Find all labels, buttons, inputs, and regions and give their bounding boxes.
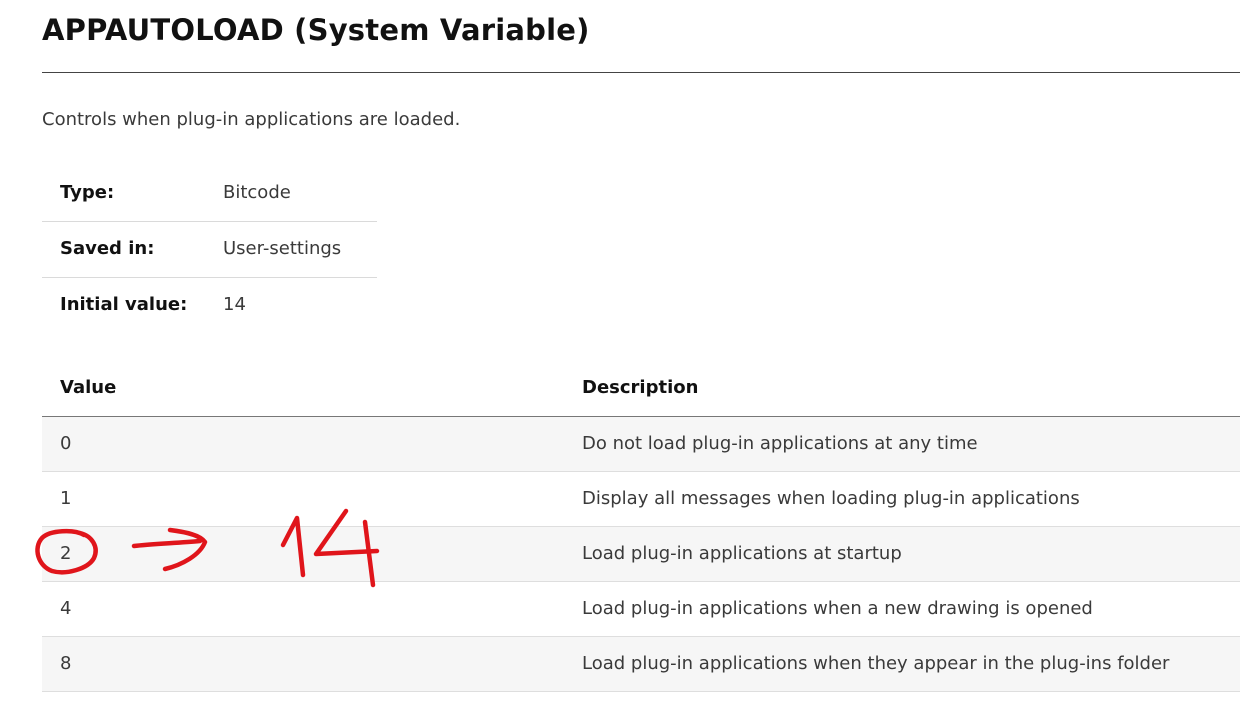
- summary-text: Controls when plug-in applications are l…: [42, 109, 461, 130]
- properties-table: Type: Bitcode Saved in: User-settings In…: [42, 166, 377, 333]
- property-value: 14: [223, 294, 246, 315]
- row-description: Display all messages when loading plug-i…: [582, 488, 1080, 509]
- property-value: Bitcode: [223, 182, 291, 203]
- property-row-type: Type: Bitcode: [42, 166, 377, 222]
- table-row: 4 Load plug-in applications when a new d…: [42, 582, 1240, 637]
- row-value: 4: [60, 598, 72, 619]
- row-value: 8: [60, 653, 72, 674]
- table-row: 2 Load plug-in applications at startup: [42, 527, 1240, 582]
- row-value: 0: [60, 433, 72, 454]
- property-row-saved-in: Saved in: User-settings: [42, 222, 377, 278]
- row-description: Load plug-in applications when they appe…: [582, 653, 1170, 674]
- table-row: 1 Display all messages when loading plug…: [42, 472, 1240, 527]
- column-header-description: Description: [582, 377, 699, 398]
- row-value: 1: [60, 488, 72, 509]
- values-table: Value Description 0 Do not load plug-in …: [42, 361, 1240, 692]
- row-description: Do not load plug-in applications at any …: [582, 433, 978, 454]
- title-divider: [42, 72, 1240, 73]
- property-row-initial-value: Initial value: 14: [42, 278, 377, 333]
- row-description: Load plug-in applications at startup: [582, 543, 902, 564]
- property-label: Saved in:: [60, 238, 155, 259]
- row-value: 2: [60, 543, 72, 564]
- table-row: 0 Do not load plug-in applications at an…: [42, 417, 1240, 472]
- property-value: User-settings: [223, 238, 342, 259]
- table-row: 8 Load plug-in applications when they ap…: [42, 637, 1240, 692]
- column-header-value: Value: [60, 377, 117, 398]
- table-header: Value Description: [42, 361, 1240, 417]
- row-description: Load plug-in applications when a new dra…: [582, 598, 1093, 619]
- property-label: Type:: [60, 182, 115, 203]
- page-title: APPAUTOLOAD (System Variable): [42, 13, 590, 47]
- property-label: Initial value:: [60, 294, 188, 315]
